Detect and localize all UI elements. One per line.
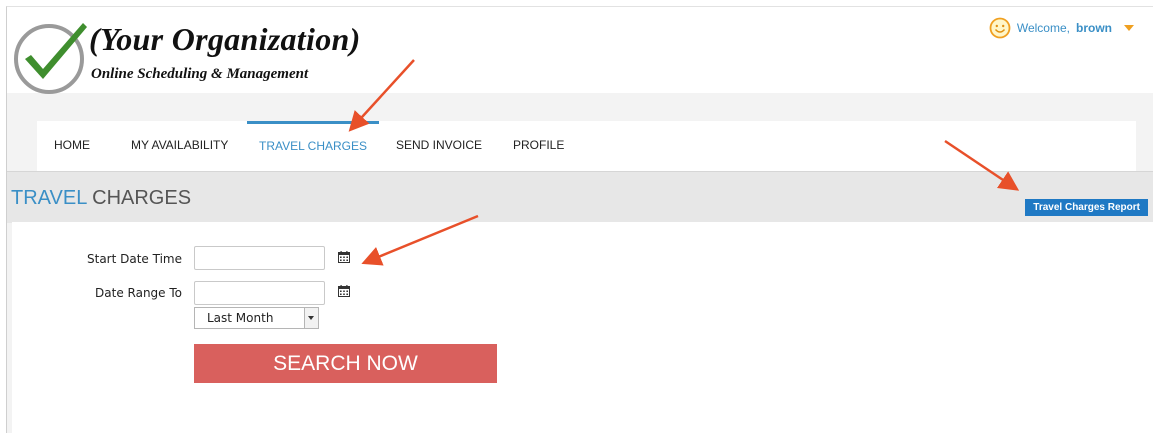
page-title-bar: TRAVEL CHARGES Travel Charges Report	[7, 171, 1153, 223]
checkmark-logo-icon	[14, 23, 87, 94]
period-select-value: Last Month	[207, 311, 274, 325]
page-title-accent: TRAVEL	[11, 187, 87, 209]
main-nav: HOME MY AVAILABILITY TRAVEL CHARGES SEND…	[37, 121, 1136, 171]
nav-item-send-invoice[interactable]: SEND INVOICE	[396, 121, 482, 171]
page-title-rest: CHARGES	[86, 187, 192, 209]
nav-item-my-availability[interactable]: MY AVAILABILITY	[131, 121, 228, 171]
nav-item-profile[interactable]: PROFILE	[513, 121, 564, 171]
calendar-icon[interactable]	[338, 251, 350, 263]
nav-item-travel-charges[interactable]: TRAVEL CHARGES	[247, 121, 380, 174]
start-date-label: Start Date Time	[87, 252, 182, 266]
calendar-icon[interactable]	[338, 285, 350, 297]
nav-item-home[interactable]: HOME	[54, 121, 90, 171]
date-range-input[interactable]	[194, 281, 325, 305]
chevron-down-icon	[304, 308, 318, 328]
site-header: (Your Organization) Online Scheduling & …	[7, 7, 1153, 94]
user-menu[interactable]: Welcome, brown	[989, 17, 1134, 39]
search-now-button[interactable]: SEARCH NOW	[194, 344, 497, 383]
org-name: (Your Organization)	[89, 21, 361, 57]
start-date-input[interactable]	[194, 246, 325, 270]
org-subtitle: Online Scheduling & Management	[91, 66, 309, 82]
smiley-face-icon	[989, 17, 1011, 39]
travel-charges-form: Start Date Time Date Range To Last Month…	[12, 222, 1153, 433]
username: brown	[1076, 21, 1112, 35]
caret-down-icon[interactable]	[1124, 25, 1134, 31]
date-range-label: Date Range To	[95, 286, 182, 300]
welcome-text: Welcome,	[1016, 21, 1070, 35]
page-title: TRAVEL CHARGES	[11, 187, 191, 210]
app-window: (Your Organization) Online Scheduling & …	[6, 6, 1153, 433]
period-select[interactable]: Last Month	[194, 307, 319, 329]
travel-charges-report-button[interactable]: Travel Charges Report	[1025, 199, 1148, 216]
